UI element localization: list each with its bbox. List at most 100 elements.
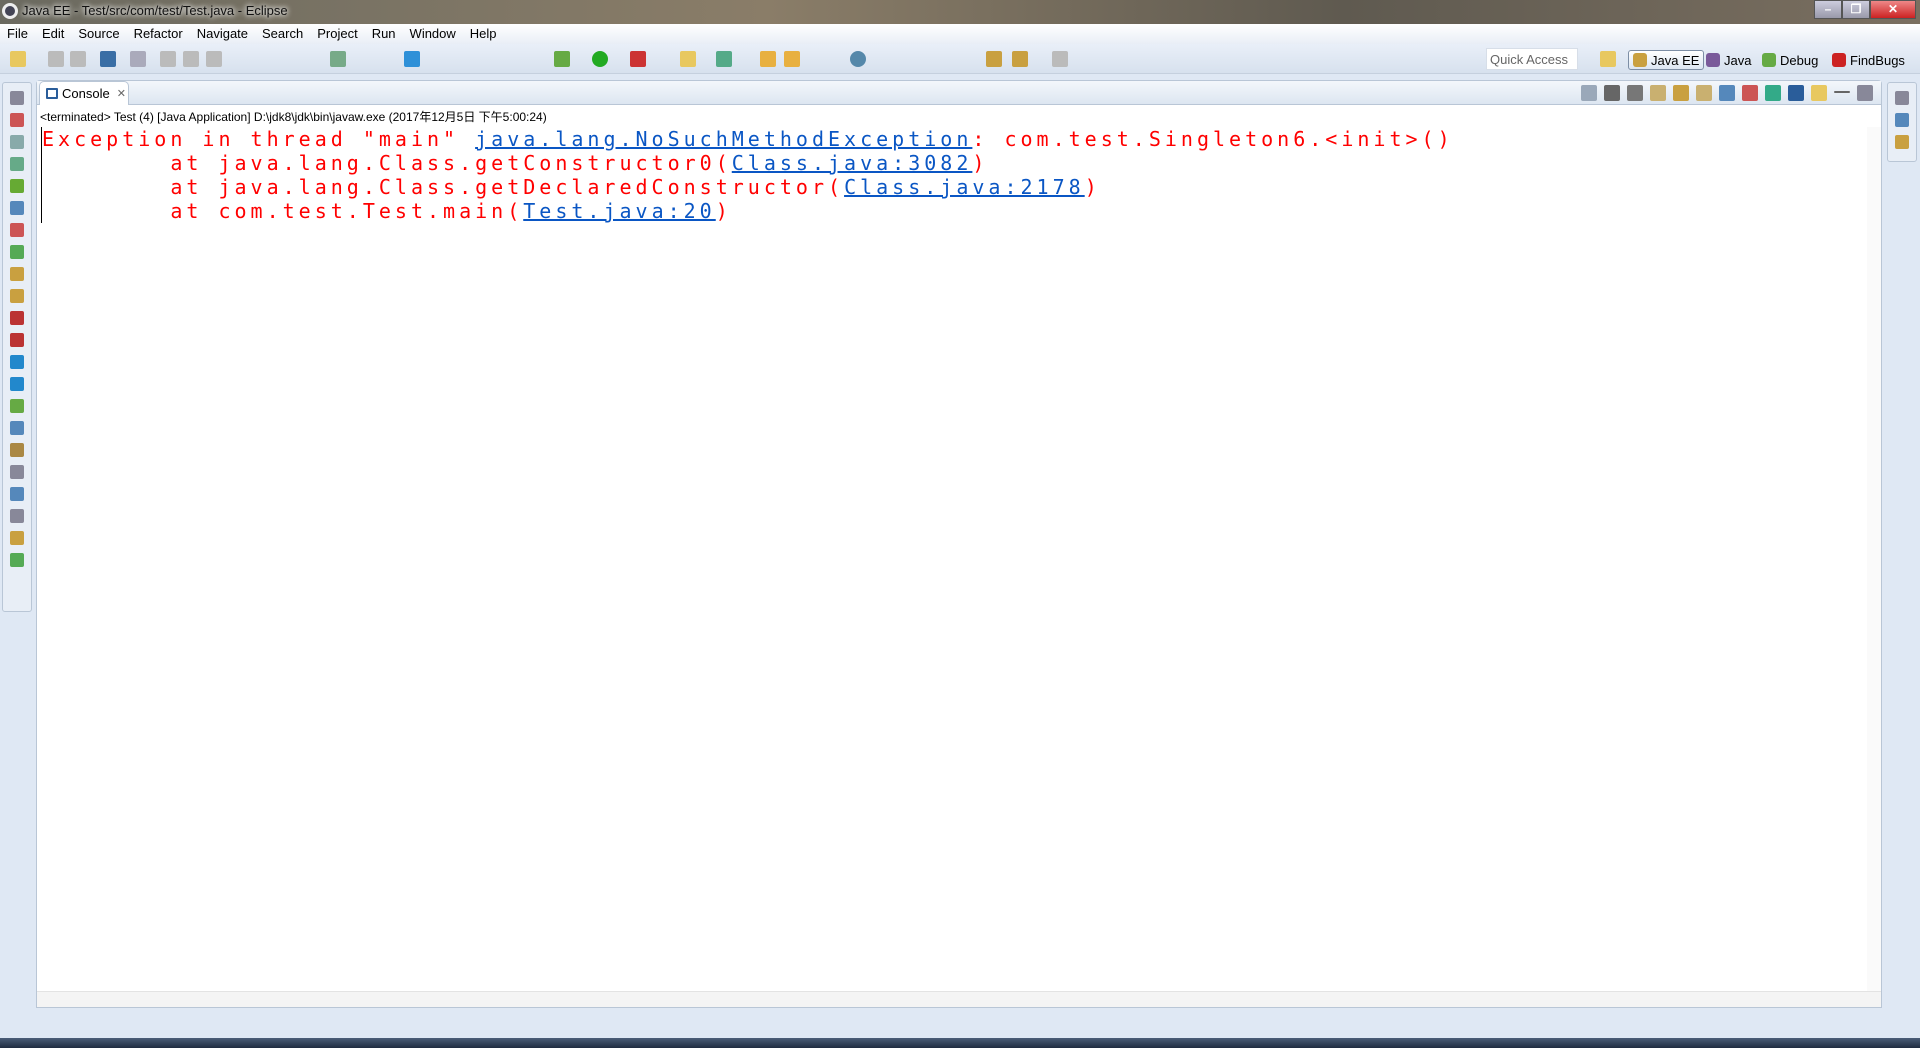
menu-navigate[interactable]: Navigate — [190, 24, 255, 44]
perspective-java[interactable]: Java — [1702, 50, 1755, 70]
maximize-icon[interactable] — [1857, 85, 1873, 101]
restore-icon[interactable] — [10, 91, 24, 105]
close-button[interactable]: ✕ — [1870, 0, 1916, 19]
show-stdout-icon[interactable] — [1719, 85, 1735, 101]
menu-source[interactable]: Source — [71, 24, 126, 44]
show-stderr-icon[interactable] — [1742, 85, 1758, 101]
globe-icon[interactable] — [850, 51, 866, 67]
view-icon[interactable] — [10, 377, 24, 391]
debug-icon[interactable] — [554, 51, 570, 67]
left-trim-bar — [2, 82, 32, 612]
run-external-icon[interactable] — [630, 51, 646, 67]
help-icon[interactable] — [1895, 113, 1909, 127]
console-line: at java.lang.Class.getConstructor0(Class… — [42, 151, 989, 175]
perspective-java-ee[interactable]: Java EE — [1628, 50, 1705, 70]
scroll-lock-icon[interactable] — [1673, 85, 1689, 101]
open-folder-icon[interactable] — [784, 51, 800, 67]
title-bar: Java EE - Test/src/com/test/Test.java - … — [0, 0, 1920, 24]
console-icon[interactable] — [100, 51, 116, 67]
save-all-icon[interactable] — [70, 51, 86, 67]
suspend-icon[interactable] — [183, 51, 199, 67]
view-icon[interactable] — [10, 289, 24, 303]
junit-icon[interactable] — [10, 443, 24, 457]
view-icon[interactable] — [10, 399, 24, 413]
view-icon[interactable] — [10, 201, 24, 215]
display-console-icon[interactable] — [1788, 85, 1804, 101]
source-link[interactable]: Class.java:2178 — [844, 175, 1085, 199]
save-icon[interactable] — [48, 51, 64, 67]
text-icon[interactable] — [404, 51, 420, 67]
view-icon[interactable] — [10, 113, 24, 127]
console-line: Exception in thread "main" java.lang.NoS… — [42, 127, 1454, 151]
console-icon — [46, 88, 58, 99]
perspective-findbugs[interactable]: FindBugs — [1828, 50, 1909, 70]
bug-icon — [1762, 53, 1776, 67]
back-icon[interactable] — [986, 51, 1002, 67]
new-java-icon[interactable] — [716, 51, 732, 67]
menu-edit[interactable]: Edit — [35, 24, 71, 44]
new-icon[interactable] — [10, 51, 26, 67]
view-icon[interactable] — [10, 267, 24, 281]
skip-breakpoints-icon[interactable] — [130, 51, 146, 67]
run-icon[interactable] — [592, 51, 608, 67]
console-output[interactable]: Exception in thread "main" java.lang.NoS… — [41, 127, 1454, 223]
forward-icon[interactable] — [1052, 51, 1068, 67]
resume-icon[interactable] — [160, 51, 176, 67]
step-filter-icon[interactable] — [330, 51, 346, 67]
remove-all-icon[interactable] — [1627, 85, 1643, 101]
console-view: Console ✕ <terminated> Test (4) [Java Ap… — [36, 80, 1882, 1008]
restore-icon[interactable] — [10, 509, 24, 523]
horizontal-scrollbar[interactable] — [37, 991, 1881, 1007]
view-icon[interactable] — [10, 157, 24, 171]
menu-run[interactable]: Run — [365, 24, 403, 44]
view-icon[interactable] — [10, 135, 24, 149]
view-icon[interactable] — [1895, 135, 1909, 149]
java-icon — [1706, 53, 1720, 67]
menu-project[interactable]: Project — [310, 24, 364, 44]
main-toolbar: Quick Access Java EE Java Debug FindBugs — [0, 44, 1920, 74]
new-server-icon[interactable] — [680, 51, 696, 67]
menu-help[interactable]: Help — [463, 24, 504, 44]
view-icon[interactable] — [10, 487, 24, 501]
exception-link[interactable]: java.lang.NoSuchMethodException — [475, 127, 972, 151]
open-perspective-icon[interactable] — [1600, 51, 1616, 67]
view-icon[interactable] — [10, 531, 24, 545]
menu-file[interactable]: File — [0, 24, 35, 44]
view-icon[interactable] — [10, 223, 24, 237]
view-icon[interactable] — [10, 245, 24, 259]
taskbar — [0, 1038, 1920, 1048]
bug-icon[interactable] — [10, 311, 24, 325]
restore-icon[interactable] — [10, 465, 24, 479]
view-icon[interactable] — [10, 179, 24, 193]
clear-console-icon[interactable] — [1650, 85, 1666, 101]
maximize-button[interactable]: ❐ — [1842, 0, 1870, 19]
open-console-icon[interactable] — [1811, 85, 1827, 101]
menu-search[interactable]: Search — [255, 24, 310, 44]
vertical-scrollbar[interactable] — [1867, 127, 1881, 991]
source-link[interactable]: Test.java:20 — [523, 199, 716, 223]
close-tab-icon[interactable]: ✕ — [117, 87, 126, 100]
minimize-icon[interactable] — [1834, 91, 1850, 93]
restore-icon[interactable] — [1895, 91, 1909, 105]
terminate-icon[interactable] — [1581, 85, 1597, 101]
bug-icon[interactable] — [10, 333, 24, 347]
terminate-icon[interactable] — [206, 51, 222, 67]
menu-bar: File Edit Source Refactor Navigate Searc… — [0, 24, 1920, 44]
quick-access-input[interactable]: Quick Access — [1486, 48, 1578, 70]
perspective-debug[interactable]: Debug — [1758, 50, 1822, 70]
java-ee-icon — [1633, 53, 1647, 67]
pin-console-icon[interactable] — [1765, 85, 1781, 101]
source-link[interactable]: Class.java:3082 — [732, 151, 973, 175]
menu-window[interactable]: Window — [403, 24, 463, 44]
back-arrow-icon[interactable] — [1012, 51, 1028, 67]
open-type-icon[interactable] — [760, 51, 776, 67]
view-icon[interactable] — [10, 553, 24, 567]
view-icon[interactable] — [10, 421, 24, 435]
tab-console[interactable]: Console ✕ — [39, 81, 129, 105]
remove-launch-icon[interactable] — [1604, 85, 1620, 101]
console-line: at java.lang.Class.getDeclaredConstructo… — [42, 175, 1101, 199]
word-wrap-icon[interactable] — [1696, 85, 1712, 101]
menu-refactor[interactable]: Refactor — [127, 24, 190, 44]
minimize-button[interactable]: – — [1814, 0, 1842, 19]
view-icon[interactable] — [10, 355, 24, 369]
